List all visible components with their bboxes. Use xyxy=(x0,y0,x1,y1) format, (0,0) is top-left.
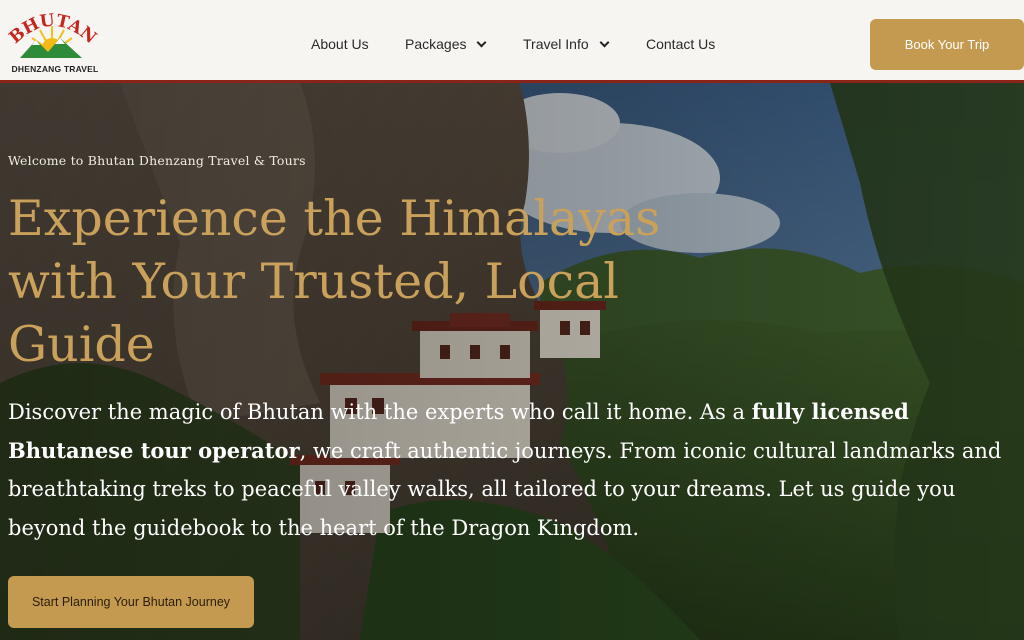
hero-description: Discover the magic of Bhutan with the ex… xyxy=(8,393,1018,547)
book-your-trip-button[interactable]: Book Your Trip xyxy=(870,19,1024,70)
chevron-down-icon xyxy=(477,37,487,47)
site-header: BHUTAN DHENZANG TRAVEL About Us Packages… xyxy=(0,0,1024,83)
logo-subtitle: DHENZANG TRAVEL xyxy=(11,64,99,74)
logo[interactable]: BHUTAN DHENZANG TRAVEL xyxy=(6,8,98,76)
nav-packages-label: Packages xyxy=(405,36,467,52)
hero-headline: Experience the Himalayas with Your Trust… xyxy=(8,190,661,373)
welcome-text: Welcome to Bhutan Dhenzang Travel & Tour… xyxy=(8,153,306,168)
chevron-down-icon xyxy=(599,37,610,47)
nav-travel-info-label: Travel Info xyxy=(523,36,589,52)
nav-travel-info[interactable]: Travel Info xyxy=(523,36,610,52)
hero-section: Welcome to Bhutan Dhenzang Travel & Tour… xyxy=(0,83,1024,640)
logo-sun-mountain-icon: BHUTAN xyxy=(6,10,98,58)
nav-packages[interactable]: Packages xyxy=(405,36,487,52)
nav-contact-us-label: Contact Us xyxy=(646,36,716,52)
start-planning-button[interactable]: Start Planning Your Bhutan Journey xyxy=(8,576,254,628)
nav-contact-us[interactable]: Contact Us xyxy=(646,36,715,52)
nav-about-us[interactable]: About Us xyxy=(311,36,369,52)
nav-about-us-label: About Us xyxy=(311,36,369,52)
desc-part-1: Discover the magic of Bhutan with the ex… xyxy=(8,400,752,424)
